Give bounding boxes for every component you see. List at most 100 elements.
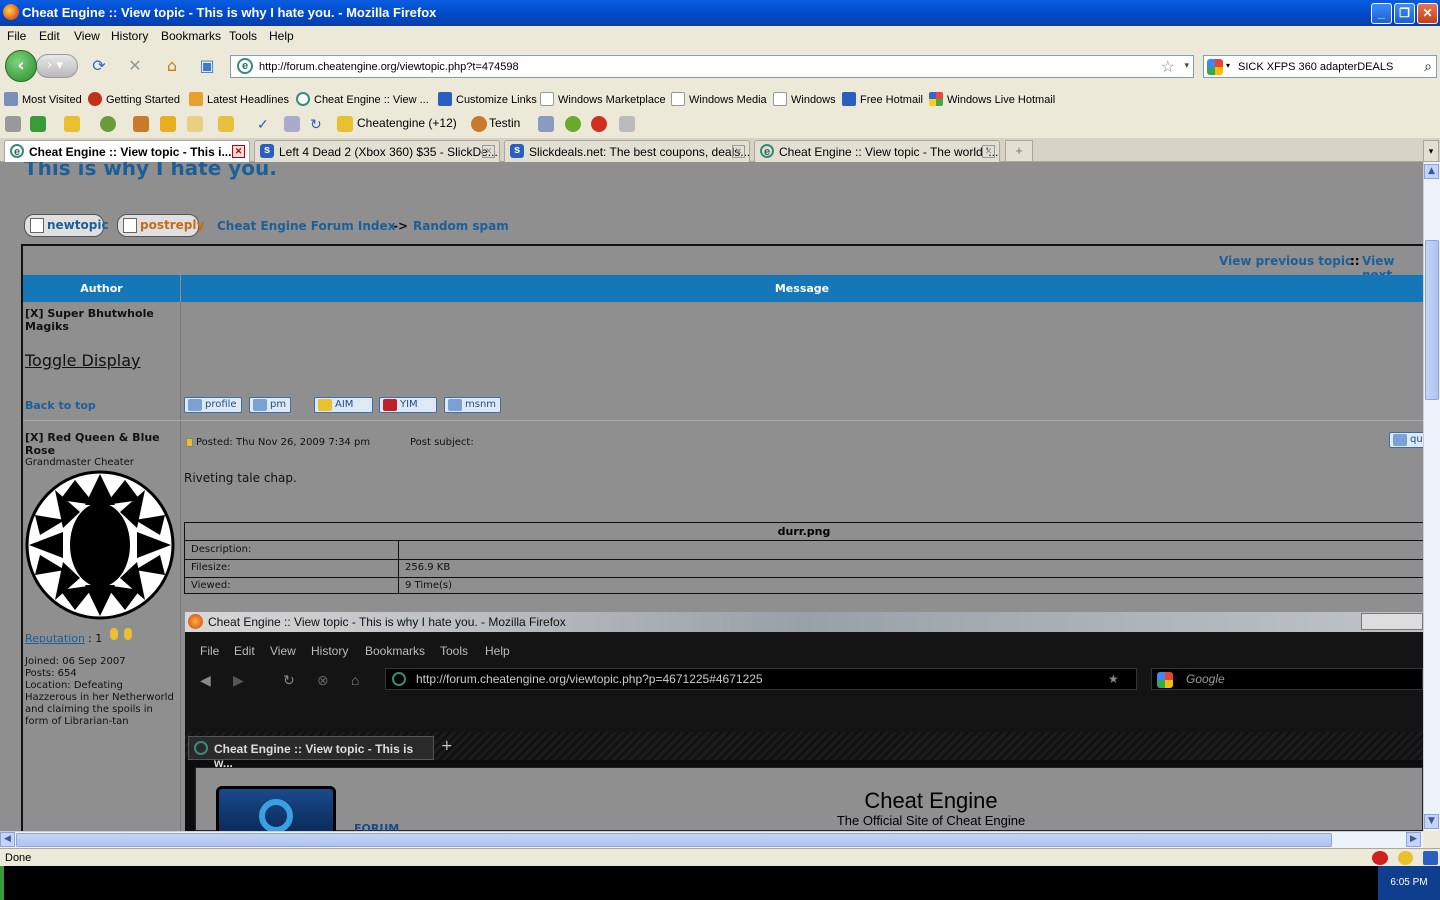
bookmark-windows[interactable]: Windows	[773, 92, 836, 106]
adblock-icon[interactable]	[1372, 851, 1388, 865]
tab-slickdeals[interactable]: s Slickdeals.net: The best coupons, deal…	[504, 140, 750, 162]
bookmark-most-visited[interactable]: Most Visited	[4, 92, 82, 106]
avatar	[25, 470, 175, 620]
new-tab-button[interactable]: +	[1005, 140, 1033, 162]
notes-icon[interactable]	[64, 116, 80, 132]
pm-button[interactable]: pm	[249, 397, 292, 413]
embedded-new-tab-icon: +	[441, 738, 453, 754]
breadcrumb-index-link[interactable]: Cheat Engine Forum Index	[217, 219, 395, 233]
minimize-button[interactable]: _	[1371, 3, 1392, 24]
msn-icon	[842, 92, 856, 106]
reload-icon[interactable]: ⟳	[89, 56, 109, 76]
aim-button[interactable]: AIM	[314, 397, 373, 413]
home-icon[interactable]: ⌂	[162, 56, 182, 76]
menu-edit[interactable]: Edit	[39, 29, 60, 43]
stop-icon[interactable]: ✕	[125, 56, 145, 76]
forward-button[interactable]: › ▾	[36, 54, 78, 78]
addon-icon[interactable]	[591, 116, 607, 132]
bookmark-star-icon[interactable]: ☆	[1161, 57, 1175, 77]
testin-label[interactable]: Testin	[489, 116, 520, 130]
profile-button[interactable]: profile	[184, 397, 242, 413]
bookmark-customize-links[interactable]: Customize Links	[438, 92, 537, 106]
pen-icon[interactable]	[619, 116, 635, 132]
menu-bookmarks[interactable]: Bookmarks	[161, 29, 221, 43]
back-button[interactable]: ‹	[5, 50, 37, 82]
view-previous-topic-link[interactable]: View previous topic	[1219, 254, 1352, 268]
post-author[interactable]: [X] Red Queen & Blue Rose	[25, 431, 175, 457]
key-icon[interactable]	[5, 116, 21, 132]
bookmark-cheat-engine[interactable]: Cheat Engine :: View ...	[296, 92, 429, 106]
bookmark-windows-marketplace[interactable]: Windows Marketplace	[540, 92, 666, 106]
check-icon[interactable]: ✓	[257, 116, 273, 132]
toggle-display-link[interactable]: Toggle Display	[25, 351, 141, 370]
post-date: Posted: Thu Nov 26, 2009 7:34 pm	[196, 437, 371, 448]
reputation-link[interactable]: Reputation	[25, 632, 85, 645]
bookmark-getting-started[interactable]: Getting Started	[88, 92, 180, 106]
url-bar[interactable]: e http://forum.cheatengine.org/viewtopic…	[230, 55, 1194, 78]
close-tab-icon[interactable]: ✕	[482, 145, 495, 158]
close-tab-icon[interactable]: ✕	[982, 145, 995, 158]
bookmark-windows-live-hotmail[interactable]: Windows Live Hotmail	[929, 92, 1055, 106]
notes-icon[interactable]	[187, 116, 203, 132]
post-reply-button[interactable]: postreply	[117, 214, 204, 237]
tab-cheat-engine-world[interactable]: e Cheat Engine :: View topic - The world…	[754, 140, 1000, 162]
tab-left-4-dead[interactable]: s Left 4 Dead 2 (Xbox 360) $35 - SlickDe…	[254, 140, 500, 162]
addon-icon[interactable]	[538, 116, 554, 132]
addon-icon[interactable]	[100, 116, 116, 132]
tab-list-button[interactable]: ▾	[1423, 140, 1439, 162]
addon-icon[interactable]	[30, 116, 46, 132]
cheat-engine-icon	[392, 672, 406, 686]
bookmark-windows-media[interactable]: Windows Media	[671, 92, 767, 106]
menu-history[interactable]: History	[111, 29, 148, 43]
menu-view[interactable]: View	[74, 29, 100, 43]
embedded-site-subtitle: The Official Site of Cheat Engine	[836, 813, 1026, 828]
url-dropdown-icon[interactable]: ▾	[1184, 60, 1189, 71]
horizontal-scroll-thumb[interactable]	[16, 833, 1332, 847]
addon-status-icon[interactable]	[1423, 851, 1438, 865]
clock[interactable]: 6:05 PM	[1390, 877, 1427, 888]
search-text[interactable]: SICK XFPS 360 adapterDEALS	[1238, 61, 1393, 73]
back-to-top-link[interactable]: Back to top	[25, 399, 96, 412]
scroll-up-arrow[interactable]: ▲	[1424, 164, 1439, 179]
star-icon[interactable]	[160, 116, 176, 132]
bookmark-free-hotmail[interactable]: Free Hotmail	[842, 92, 923, 106]
taskbar	[0, 866, 1440, 900]
close-tab-icon[interactable]: ✕	[732, 145, 745, 158]
menu-help[interactable]: Help	[269, 29, 294, 43]
new-topic-button[interactable]: newtopic	[24, 214, 109, 237]
engine-dropdown-icon[interactable]: ▾	[1226, 61, 1230, 70]
vertical-scrollbar[interactable]: ▲ ▼	[1423, 162, 1440, 831]
addon-icon[interactable]	[133, 116, 149, 132]
close-button[interactable]: ✕	[1417, 3, 1438, 24]
addon-icon[interactable]: ▣	[197, 56, 217, 76]
lightning-icon[interactable]	[565, 116, 581, 132]
msnm-button[interactable]: msnm	[444, 397, 502, 413]
tab-cheat-engine-active[interactable]: e Cheat Engine :: View topic - This i...…	[4, 140, 250, 163]
start-button-edge[interactable]	[0, 866, 4, 900]
vertical-scroll-thumb[interactable]	[1425, 240, 1439, 400]
smiley-icon[interactable]	[1398, 851, 1413, 865]
maximize-button[interactable]: ❐	[1394, 3, 1415, 24]
horizontal-scrollbar[interactable]: ◀ ▶	[0, 831, 1423, 848]
quote-button[interactable]: qu	[1389, 432, 1423, 448]
post-author[interactable]: [X] Super Bhutwhole Magiks	[25, 307, 175, 333]
embedded-search-box: Google	[1151, 668, 1423, 690]
url-text[interactable]: http://forum.cheatengine.org/viewtopic.p…	[259, 61, 519, 73]
eraser-icon[interactable]	[284, 116, 300, 132]
breadcrumb-forum-link[interactable]: Random spam	[413, 219, 509, 233]
scroll-right-arrow[interactable]: ▶	[1406, 832, 1421, 847]
scroll-left-arrow[interactable]: ◀	[0, 832, 15, 847]
cheatengine-label[interactable]: Cheatengine (+12)	[357, 116, 457, 130]
addon-icon[interactable]	[218, 116, 234, 132]
menu-tools[interactable]: Tools	[229, 29, 257, 43]
search-box[interactable]: ▾ SICK XFPS 360 adapterDEALS ⌕	[1203, 55, 1437, 78]
yim-button[interactable]: YIM	[379, 397, 437, 413]
close-tab-icon[interactable]: ✕	[232, 145, 245, 158]
google-icon[interactable]	[1207, 59, 1223, 75]
scroll-down-arrow[interactable]: ▼	[1424, 814, 1439, 829]
refresh-icon[interactable]: ↻	[310, 116, 326, 132]
attachment-divider	[398, 541, 399, 594]
menu-file[interactable]: File	[7, 29, 26, 43]
bookmark-latest-headlines[interactable]: Latest Headlines	[189, 92, 289, 106]
search-icon[interactable]: ⌕	[1424, 58, 1432, 75]
